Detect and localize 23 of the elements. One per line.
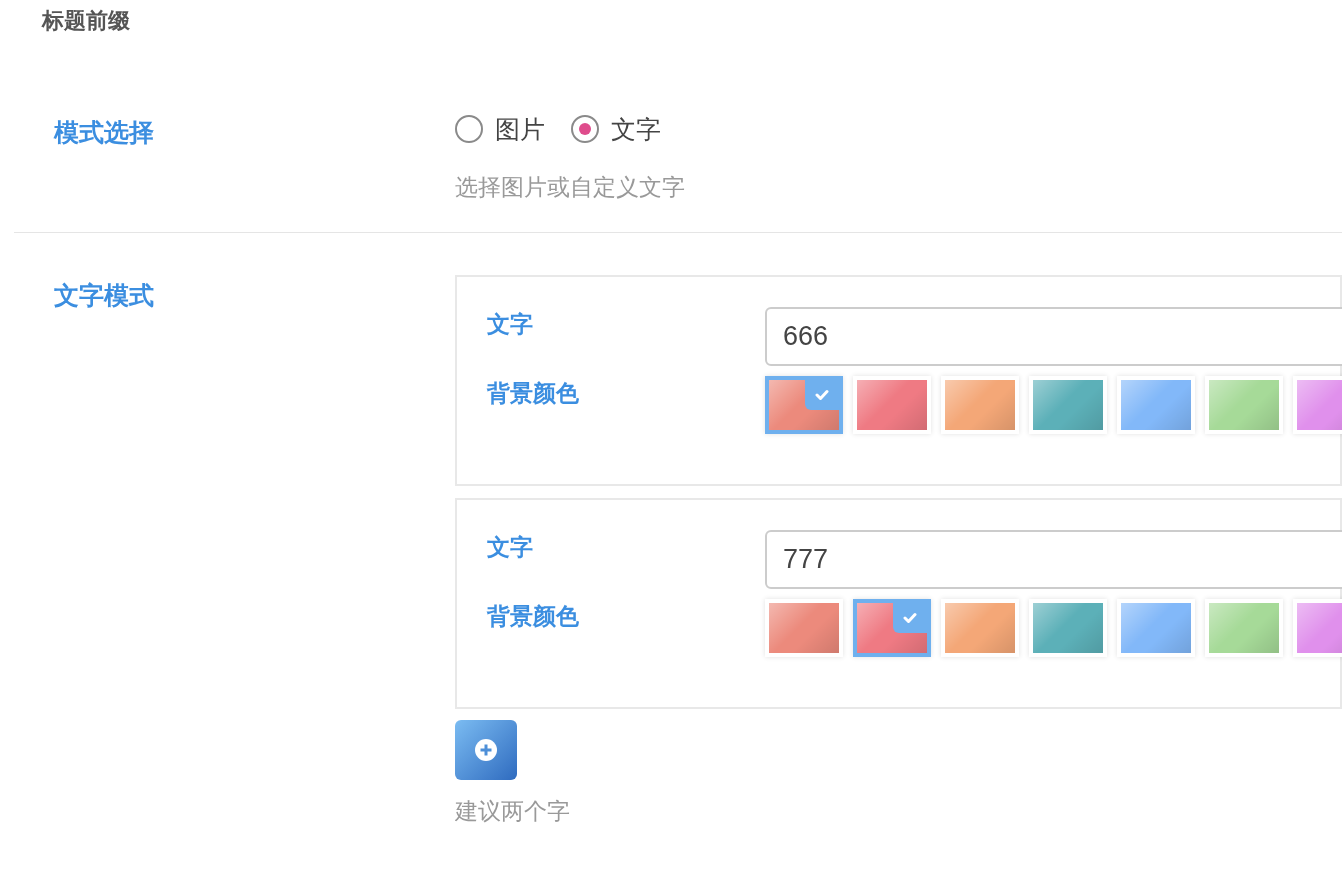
color-swatch[interactable] <box>853 599 931 657</box>
field-label: 文字模式 <box>54 280 155 311</box>
radio-button[interactable] <box>571 115 599 143</box>
radio-option[interactable]: 图片 <box>455 112 545 146</box>
help-text: 建议两个字 <box>455 797 571 826</box>
text-field[interactable]: 777 <box>765 530 1342 589</box>
add-button[interactable] <box>455 720 517 780</box>
help-text: 选择图片或自定义文字 <box>455 173 686 202</box>
radio-label[interactable]: 文字 <box>611 112 661 146</box>
field-label: 文字 <box>487 310 534 339</box>
field-label: 文字 <box>487 533 534 562</box>
field-label: 模式选择 <box>54 117 155 148</box>
plus-icon <box>475 739 497 761</box>
radio-option[interactable]: 文字 <box>571 112 661 146</box>
check-icon <box>815 389 829 401</box>
check-icon <box>903 612 917 624</box>
radio-button[interactable] <box>455 115 483 143</box>
section-title: 标题前缀 <box>40 7 131 35</box>
field-label: 背景颜色 <box>487 379 580 408</box>
color-swatch[interactable] <box>765 376 843 434</box>
field-label: 背景颜色 <box>487 602 580 631</box>
text-field[interactable]: 666 <box>765 307 1342 366</box>
radio-label[interactable]: 图片 <box>495 112 545 146</box>
